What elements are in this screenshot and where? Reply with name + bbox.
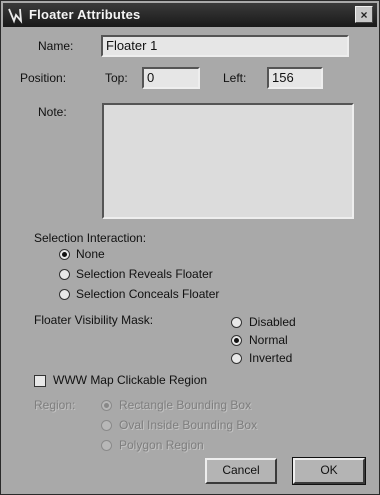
mask-normal-radio[interactable]	[231, 335, 242, 346]
selection-reveals-label[interactable]: Selection Reveals Floater	[76, 267, 213, 281]
floater-attributes-dialog: Floater Attributes × Name: Floater 1 Pos…	[0, 0, 380, 495]
mask-disabled-label[interactable]: Disabled	[249, 315, 296, 329]
name-label: Name:	[38, 39, 74, 53]
selection-conceals-label[interactable]: Selection Conceals Floater	[76, 287, 219, 301]
ok-button[interactable]: OK	[292, 457, 366, 485]
mask-inverted-label[interactable]: Inverted	[249, 351, 292, 365]
window-title: Floater Attributes	[29, 7, 141, 22]
selection-none-label[interactable]: None	[76, 247, 105, 261]
position-label: Position:	[20, 71, 67, 85]
top-label: Top:	[105, 71, 128, 85]
region-rectangle-label[interactable]: Rectangle Bounding Box	[119, 398, 251, 412]
left-field[interactable]: 156	[267, 67, 323, 89]
visibility-mask-label: Floater Visibility Mask:	[34, 313, 154, 327]
selection-none-radio[interactable]	[59, 249, 70, 260]
region-oval-label[interactable]: Oval Inside Bounding Box	[119, 418, 257, 432]
app-icon	[8, 8, 23, 24]
region-polygon-radio[interactable]	[101, 440, 112, 451]
selection-interaction-label: Selection Interaction:	[34, 231, 147, 245]
region-polygon-label[interactable]: Polygon Region	[119, 438, 204, 452]
mask-disabled-radio[interactable]	[231, 317, 242, 328]
note-label: Note:	[38, 105, 67, 119]
top-field[interactable]: 0	[142, 67, 200, 89]
mask-normal-label[interactable]: Normal	[249, 333, 288, 347]
selection-conceals-radio[interactable]	[59, 289, 70, 300]
left-label: Left:	[223, 71, 247, 85]
cancel-button[interactable]: Cancel	[205, 458, 277, 484]
close-icon: ×	[360, 8, 368, 22]
www-map-label[interactable]: WWW Map Clickable Region	[53, 373, 207, 387]
mask-inverted-radio[interactable]	[231, 353, 242, 364]
region-label: Region:	[34, 398, 76, 412]
close-button[interactable]: ×	[355, 6, 373, 23]
www-map-checkbox[interactable]	[34, 375, 46, 387]
region-oval-radio[interactable]	[101, 420, 112, 431]
region-rectangle-radio[interactable]	[101, 400, 112, 411]
title-bar[interactable]: Floater Attributes ×	[3, 3, 377, 27]
name-field[interactable]: Floater 1	[101, 35, 349, 57]
note-textarea[interactable]	[102, 103, 354, 219]
selection-reveals-radio[interactable]	[59, 269, 70, 280]
